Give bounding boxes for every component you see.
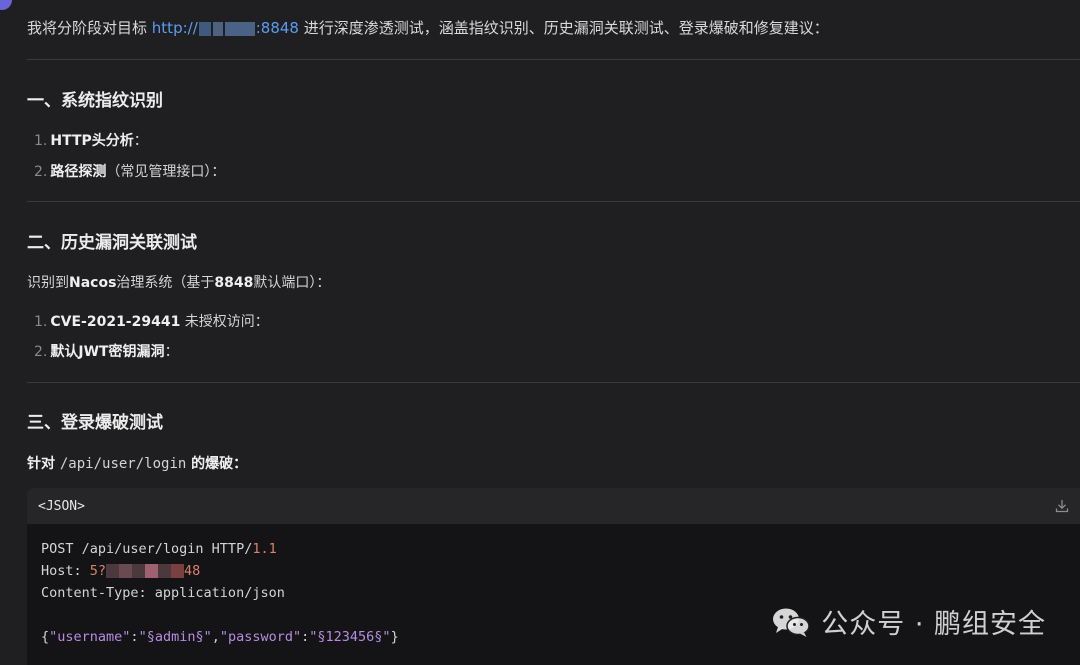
section2-paragraph: 识别到Nacos治理系统（基于8848默认端口）： [27,272,330,292]
wechat-icon [773,608,810,637]
code-token: } [390,629,399,645]
list-number: 2. [34,164,48,180]
list-item-label: 默认JWT密钥漏洞 [50,344,165,360]
section1-title: 一、系统指纹识别 [27,91,163,111]
code-token: Host: [41,563,90,579]
watermark-text: 公众号 · 鹏组安全 [821,609,1046,640]
list-item-suffix: ： [133,133,148,149]
list-item: 1. HTTP头分析： [34,130,148,150]
code-token: POST /api/user/login HTTP/ [41,541,253,557]
list-item-label: HTTP头分析 [50,133,134,149]
redacted-host-2 [212,21,223,36]
divider [27,59,1080,60]
redacted-pixel [145,564,159,578]
para-text: 治理系统（基于 [116,275,215,291]
list-item: 2. 路径探测（常见管理接口）： [34,161,225,181]
para-bold: 8848 [214,275,254,291]
code-language-label: <JSON> [38,498,85,514]
section3-title: 三、登录爆破测试 [27,413,163,433]
code-line: Host: 5? 48 [41,560,1080,582]
code-token: { [41,629,50,645]
redacted-pixel [158,564,172,578]
para-text: 识别到 [27,275,69,291]
code-token: "§admin§" [138,629,212,645]
code-token: 5? [89,563,107,579]
target-link-start: http:// [151,19,198,37]
code-header: <JSON> [27,488,1080,524]
para-bold: Nacos [69,275,117,291]
code-token: "password" [219,629,302,645]
code-line: Content-Type: application/json [41,585,285,601]
intro-prefix: 我将分阶段对目标 [27,19,148,37]
code-token: "§123456§" [309,629,391,645]
redacted-pixel [171,564,185,578]
intro-text: 我将分阶段对目标 http:// :8848 进行深度渗透测试，涵盖指纹识别、历史… [27,17,829,38]
intro-suffix: 进行深度渗透测试，涵盖指纹识别、历史漏洞关联测试、登录爆破和修复建议： [303,19,829,37]
inline-code: /api/user/login [59,456,187,472]
section2-title: 二、历史漏洞关联测试 [27,233,197,253]
redacted-pixel [106,564,120,578]
divider [27,201,1080,202]
watermark: 公众号 · 鹏组安全 [771,602,1046,641]
code-token: 1.1 [252,541,277,557]
list-item-suffix: （常见管理接口）： [106,164,226,180]
code-token: 48 [184,563,201,579]
para-bold: 针对 [27,456,60,472]
code-token: , [211,629,220,645]
code-token: "username" [49,629,131,645]
list-number: 2. [34,344,48,360]
code-line: POST /api/user/login HTTP/1.1 [41,538,1080,560]
target-link[interactable]: http:// :8848 [152,19,299,37]
para-bold: 的爆破： [186,456,248,472]
redacted-host-1 [198,21,211,36]
target-link-port: :8848 [255,19,299,37]
redacted-pixel [132,564,146,578]
download-icon[interactable] [1054,498,1070,514]
list-number: 1. [34,133,48,149]
para-text: 默认端口）： [253,275,331,291]
redacted-pixel [119,564,133,578]
list-item: 2. 默认JWT密钥漏洞： [34,341,179,361]
list-item-suffix: ： [164,344,179,360]
redacted-host-3 [224,21,255,36]
list-item: 1. CVE-2021-29441 未授权访问： [34,311,269,331]
list-number: 1. [34,314,48,330]
list-item-label: 路径探测 [50,164,107,180]
list-item-label: CVE-2021-29441 [50,314,181,330]
code-token: : [130,629,139,645]
assistant-avatar [0,0,12,10]
divider [27,382,1080,383]
list-item-suffix: 未授权访问： [180,314,269,330]
section3-paragraph: 针对 /api/user/login 的爆破： [27,453,247,473]
